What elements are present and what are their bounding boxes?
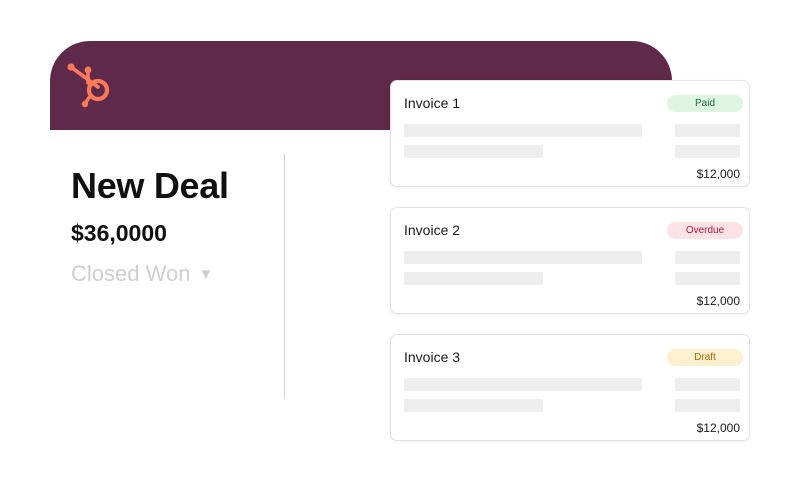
caret-down-icon: ▼ <box>198 265 214 283</box>
placeholder-line <box>675 272 740 285</box>
invoice-title: Invoice 3 <box>404 349 461 365</box>
placeholder-line <box>404 378 642 391</box>
placeholder-line <box>675 251 740 264</box>
invoice-amount: $12,000 <box>696 167 740 181</box>
divider <box>284 154 285 399</box>
placeholder-line <box>404 145 543 158</box>
deal-stage-dropdown[interactable]: Closed Won ▼ <box>71 261 213 287</box>
placeholder-line <box>675 399 740 412</box>
placeholder-line <box>404 399 543 412</box>
deal-title: New Deal <box>71 165 229 206</box>
placeholder-line <box>675 145 740 158</box>
deal-stage-label: Closed Won <box>71 261 191 286</box>
invoice-card-3[interactable]: Invoice 3 Draft $12,000 <box>390 334 750 441</box>
canvas: New Deal $36,0000 Closed Won ▼ Invoice 1… <box>0 0 800 483</box>
invoice-amount: $12,000 <box>696 294 740 308</box>
status-badge-draft: Draft <box>667 349 743 366</box>
status-badge-paid: Paid <box>667 95 743 112</box>
deal-amount: $36,0000 <box>71 220 167 246</box>
hubspot-sprocket-icon <box>67 63 110 108</box>
invoice-title: Invoice 2 <box>404 222 461 238</box>
placeholder-line <box>675 378 740 391</box>
placeholder-line <box>675 124 740 137</box>
invoice-title: Invoice 1 <box>404 95 461 111</box>
placeholder-line <box>404 272 543 285</box>
placeholder-line <box>404 124 642 137</box>
placeholder-line <box>404 251 642 264</box>
invoice-card-2[interactable]: Invoice 2 Overdue $12,000 <box>390 207 750 314</box>
status-badge-overdue: Overdue <box>667 222 743 239</box>
invoice-amount: $12,000 <box>696 421 740 435</box>
invoice-card-1[interactable]: Invoice 1 Paid $12,000 <box>390 80 750 187</box>
